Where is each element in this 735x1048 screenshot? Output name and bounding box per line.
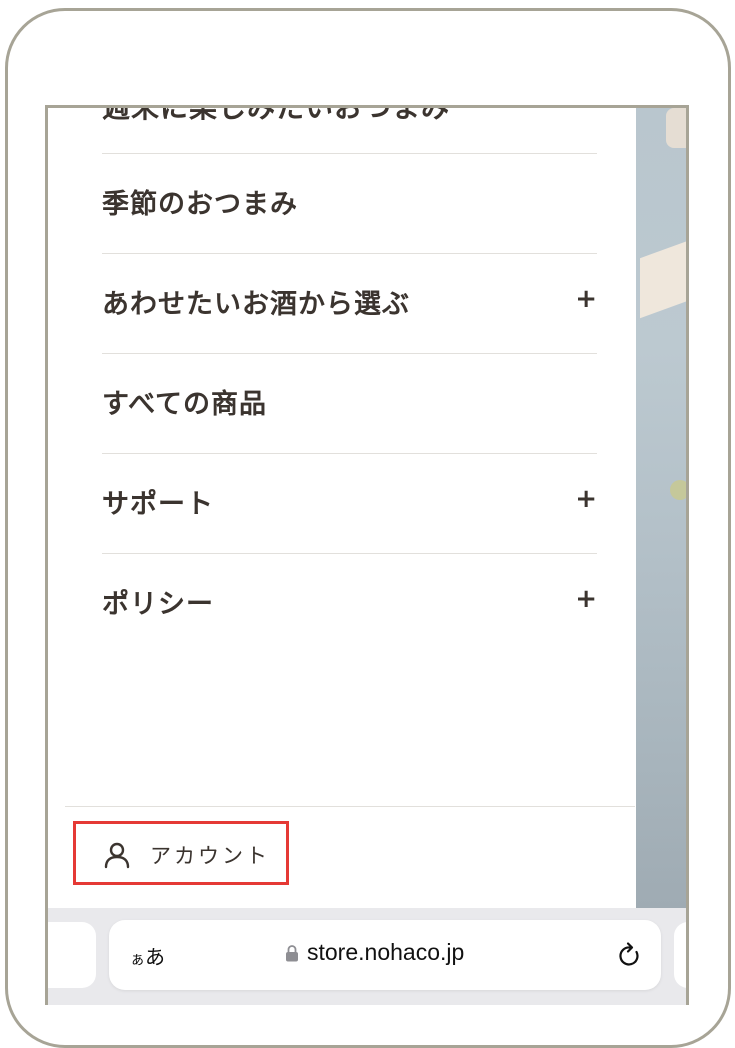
browser-toolbar: ぁあ store.nohaco.jp bbox=[48, 908, 686, 1005]
next-tab-preview[interactable] bbox=[674, 922, 686, 988]
menu-item-partial[interactable]: 週末に楽しみたいおつまみ bbox=[102, 108, 450, 126]
menu-item-label: あわせたいお酒から選ぶ bbox=[102, 289, 410, 320]
phone-screen: 週末に楽しみたいおつまみ 季節のおつまみ あわせたいお酒から選ぶ + すべての商… bbox=[45, 105, 689, 1005]
menu-item-label: すべての商品 bbox=[102, 389, 268, 420]
menu-item-by-drink[interactable]: あわせたいお酒から選ぶ + bbox=[102, 253, 597, 352]
expand-plus-icon[interactable]: + bbox=[575, 284, 597, 314]
menu-item-label: 季節のおつまみ bbox=[102, 189, 298, 220]
account-link[interactable]: アカウント bbox=[73, 821, 289, 885]
menu-item-seasonal[interactable]: 季節のおつまみ bbox=[102, 153, 597, 252]
address-bar[interactable]: ぁあ store.nohaco.jp bbox=[109, 920, 661, 990]
url-display[interactable]: store.nohaco.jp bbox=[285, 939, 464, 966]
page-settings-button[interactable]: ぁあ bbox=[130, 941, 165, 970]
url-text: store.nohaco.jp bbox=[307, 939, 465, 965]
photo-grape bbox=[670, 480, 686, 500]
drawer-footer: アカウント bbox=[65, 806, 635, 909]
menu-item-policy[interactable]: ポリシー + bbox=[102, 553, 597, 652]
lock-icon bbox=[286, 944, 298, 961]
navigation-drawer: 週末に楽しみたいおつまみ 季節のおつまみ あわせたいお酒から選ぶ + すべての商… bbox=[65, 108, 635, 908]
photo-chocolate-piece bbox=[666, 108, 686, 148]
menu-item-label: ポリシー bbox=[102, 589, 214, 620]
menu-item-support[interactable]: サポート + bbox=[102, 453, 597, 552]
previous-tab-preview[interactable] bbox=[48, 922, 96, 988]
expand-plus-icon[interactable]: + bbox=[575, 484, 597, 514]
background-product-photo bbox=[636, 108, 686, 908]
reload-icon[interactable] bbox=[617, 941, 643, 969]
expand-plus-icon[interactable]: + bbox=[575, 584, 597, 614]
person-icon bbox=[104, 842, 130, 869]
menu-item-all-products[interactable]: すべての商品 bbox=[102, 353, 597, 452]
account-label: アカウント bbox=[150, 844, 270, 868]
menu-item-label: サポート bbox=[102, 489, 214, 520]
photo-chocolate-bar bbox=[640, 237, 686, 319]
